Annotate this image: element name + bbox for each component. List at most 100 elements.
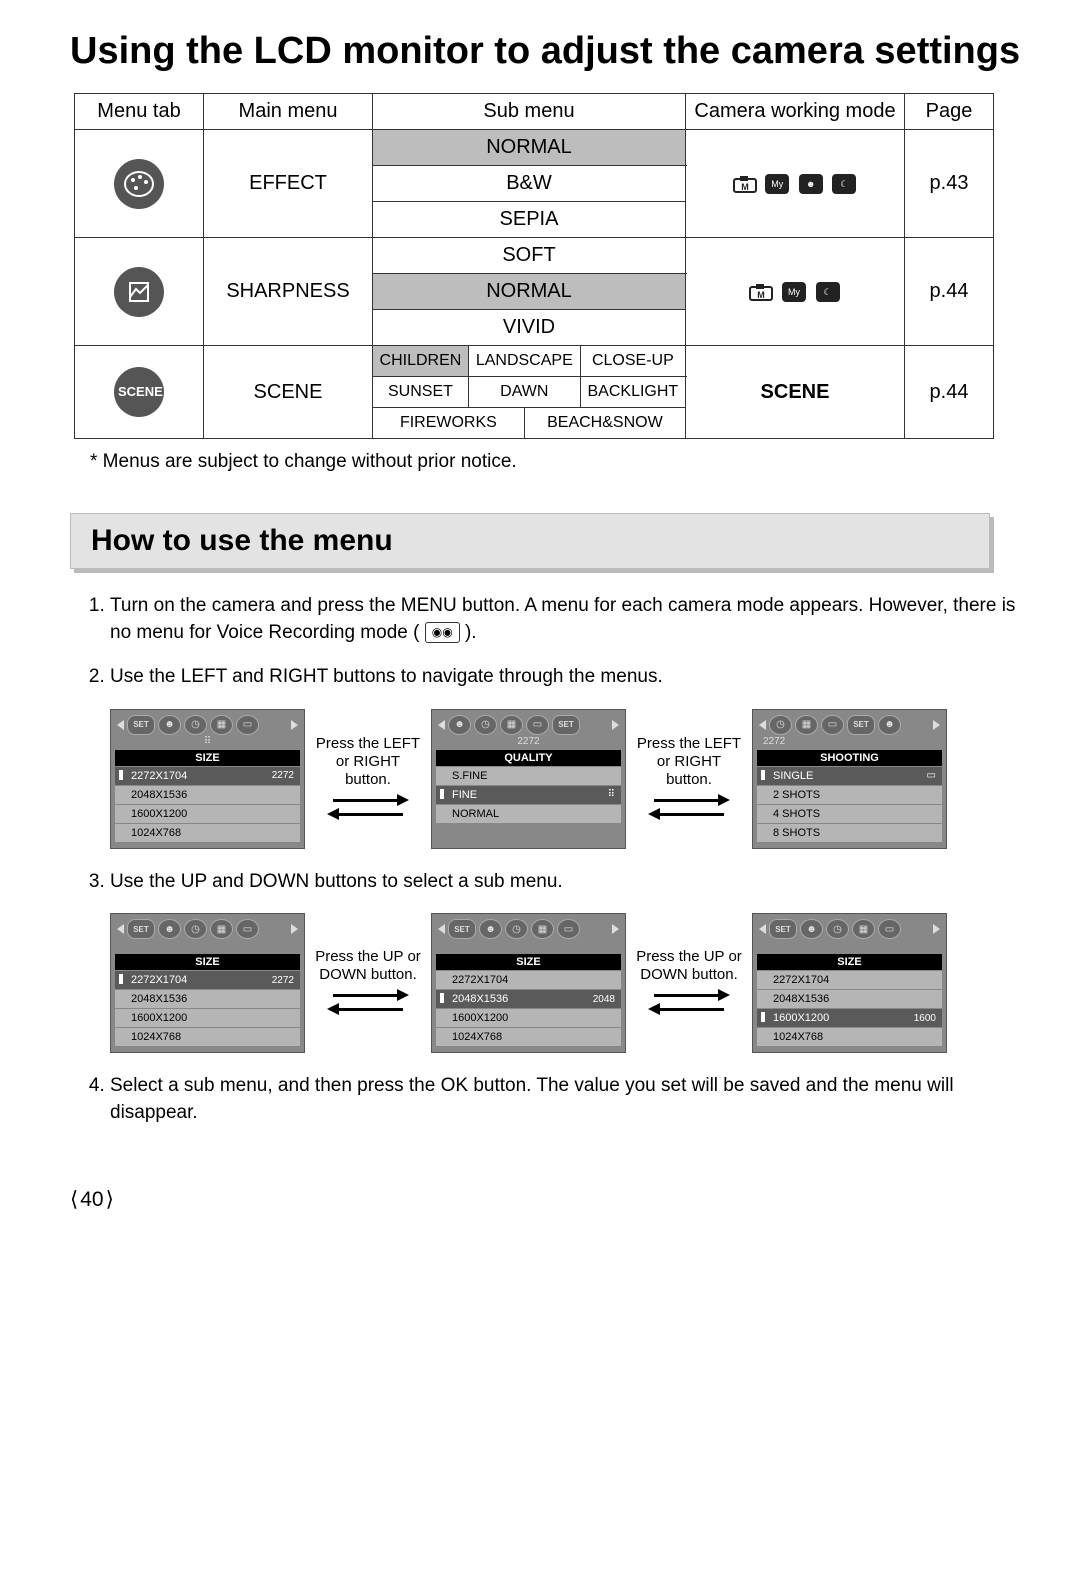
- sharpness-main: SHARPNESS: [204, 238, 373, 346]
- sharpness-sub-normal: NORMAL: [373, 274, 686, 310]
- lcd-panel-size-a: SET ☻ ◷ ▦ ▭ SIZE 2272X17042272 2048X1536…: [110, 913, 305, 1053]
- th-main-menu: Main menu: [204, 94, 373, 130]
- set-icon: SET: [127, 919, 155, 939]
- lcd-panel-size-c: SET ☻ ◷ ▦ ▭ SIZE 2272X1704 2048X1536 160…: [752, 913, 947, 1053]
- lcd-size-header: SIZE: [757, 954, 942, 970]
- scene-landscape: LANDSCAPE: [468, 346, 580, 377]
- camera-m-icon: M: [748, 280, 774, 302]
- scene-page: p.44: [905, 346, 994, 439]
- scene-beachsnow: BEACH&SNOW: [524, 408, 685, 439]
- sharpness-mode: M My ☾: [686, 238, 905, 346]
- scene-icon: SCENE: [114, 367, 164, 417]
- screen-icon: ▭: [821, 715, 844, 735]
- screen-icon: ▭: [236, 919, 259, 939]
- menu-table: Menu tab Main menu Sub menu Camera worki…: [74, 93, 994, 439]
- svg-text:M: M: [741, 182, 749, 192]
- palette-icon: [114, 159, 164, 209]
- lcd-row-2: SET ☻ ◷ ▦ ▭ SIZE 2272X17042272 2048X1536…: [110, 913, 1030, 1053]
- steps-list-cont: Use the UP and DOWN buttons to select a …: [70, 869, 1030, 896]
- list-item: 2048X1536: [115, 990, 300, 1008]
- scene-main: SCENE: [204, 346, 373, 439]
- list-item: 2048X1536: [757, 990, 942, 1008]
- screen-icon: ▭: [557, 919, 580, 939]
- scene-mode: SCENE: [686, 346, 905, 439]
- scene-dawn: DAWN: [468, 377, 580, 408]
- effect-main: EFFECT: [204, 130, 373, 238]
- arrow-lr-1: Press the LEFT or RIGHT button.: [313, 735, 423, 823]
- list-item: 1600X12001600: [757, 1009, 942, 1027]
- effect-page: p.43: [905, 130, 994, 238]
- arrow-lr-2: Press the LEFT or RIGHT button.: [634, 735, 744, 823]
- timer-icon: ◷: [184, 919, 207, 939]
- effect-icon-cell: [75, 130, 204, 238]
- list-item: 2048X1536: [115, 786, 300, 804]
- lcd-quality-header: QUALITY: [436, 750, 621, 766]
- grid-icon: ▦: [210, 919, 233, 939]
- person-icon: ☻: [479, 919, 502, 939]
- lcd-row-1: SET ☻ ◷ ▦ ▭ ⠿ SIZE 2272X17042272 2048X15…: [110, 709, 1030, 849]
- voice-recording-icon: ◉◉: [425, 622, 460, 643]
- scene-fireworks: FIREWORKS: [373, 408, 525, 439]
- sharpness-sub-soft: SOFT: [373, 238, 686, 274]
- arrow-ud-1: Press the UP or DOWN button.: [313, 948, 423, 1018]
- grid-icon: ▦: [852, 919, 875, 939]
- list-item: 1024X768: [436, 1028, 621, 1046]
- person-icon: ☻: [448, 715, 471, 735]
- list-item: 2272X1704: [436, 971, 621, 989]
- steps-list-cont2: Select a sub menu, and then press the OK…: [70, 1073, 1030, 1126]
- lcd-panel-size: SET ☻ ◷ ▦ ▭ ⠿ SIZE 2272X17042272 2048X15…: [110, 709, 305, 849]
- screen-icon: ▭: [236, 715, 259, 735]
- grid-icon: ▦: [531, 919, 554, 939]
- effect-sub-sepia: SEPIA: [373, 202, 686, 238]
- set-icon: SET: [847, 715, 875, 735]
- list-item: 1024X768: [115, 1028, 300, 1046]
- scene-backlight: BACKLIGHT: [580, 377, 685, 408]
- effect-sub-normal: NORMAL: [373, 130, 686, 166]
- effect-sub-bw: B&W: [373, 166, 686, 202]
- list-item: 2 SHOTS: [757, 786, 942, 804]
- list-item: NORMAL: [436, 805, 621, 823]
- my-icon: My: [782, 282, 806, 302]
- scene-closeup: CLOSE-UP: [580, 346, 685, 377]
- night-icon: ☾: [816, 282, 840, 302]
- timer-icon: ◷: [184, 715, 207, 735]
- th-menu-tab: Menu tab: [75, 94, 204, 130]
- camera-m-icon: M: [732, 172, 758, 194]
- scene-sunset: SUNSET: [373, 377, 469, 408]
- lcd-panel-shooting: ◷ ▦ ▭ SET ☻ 2272 SHOOTING SINGLE▭ 2 SHOT…: [752, 709, 947, 849]
- section-heading: How to use the menu: [70, 513, 990, 569]
- page-title: Using the LCD monitor to adjust the came…: [70, 30, 1030, 73]
- step-3: Use the UP and DOWN buttons to select a …: [110, 869, 1030, 896]
- sharpness-icon: [114, 267, 164, 317]
- person-icon: ☻: [158, 715, 181, 735]
- th-sub-menu: Sub menu: [373, 94, 686, 130]
- person-icon: ☻: [800, 919, 823, 939]
- step-1: Turn on the camera and press the MENU bu…: [110, 593, 1030, 646]
- list-item: 1600X1200: [115, 805, 300, 823]
- screen-icon: ▭: [526, 715, 549, 735]
- list-item: FINE⠿: [436, 786, 621, 804]
- timer-icon: ◷: [474, 715, 497, 735]
- lcd-panel-quality: ☻ ◷ ▦ ▭ SET 2272 QUALITY S.FINE FINE⠿ NO…: [431, 709, 626, 849]
- set-icon: SET: [769, 919, 797, 939]
- step-2: Use the LEFT and RIGHT buttons to naviga…: [110, 664, 1030, 691]
- lcd-shooting-header: SHOOTING: [757, 750, 942, 766]
- list-item: 2272X17042272: [115, 767, 300, 785]
- list-item: 8 SHOTS: [757, 824, 942, 842]
- scene-icon-cell: SCENE: [75, 346, 204, 439]
- grid-icon: ▦: [210, 715, 233, 735]
- portrait-icon: ☻: [799, 174, 823, 194]
- list-item: 2272X17042272: [115, 971, 300, 989]
- page-number: 40: [70, 1187, 1030, 1212]
- my-icon: My: [765, 174, 789, 194]
- th-camera-mode: Camera working mode: [686, 94, 905, 130]
- list-item: 4 SHOTS: [757, 805, 942, 823]
- effect-mode: M My ☻ ☾: [686, 130, 905, 238]
- lcd-size-header: SIZE: [115, 750, 300, 766]
- sharpness-icon-cell: [75, 238, 204, 346]
- night-icon: ☾: [832, 174, 856, 194]
- grid-icon: ▦: [795, 715, 818, 735]
- list-item: 2272X1704: [757, 971, 942, 989]
- timer-icon: ◷: [826, 919, 849, 939]
- note-text: * Menus are subject to change without pr…: [90, 451, 1030, 473]
